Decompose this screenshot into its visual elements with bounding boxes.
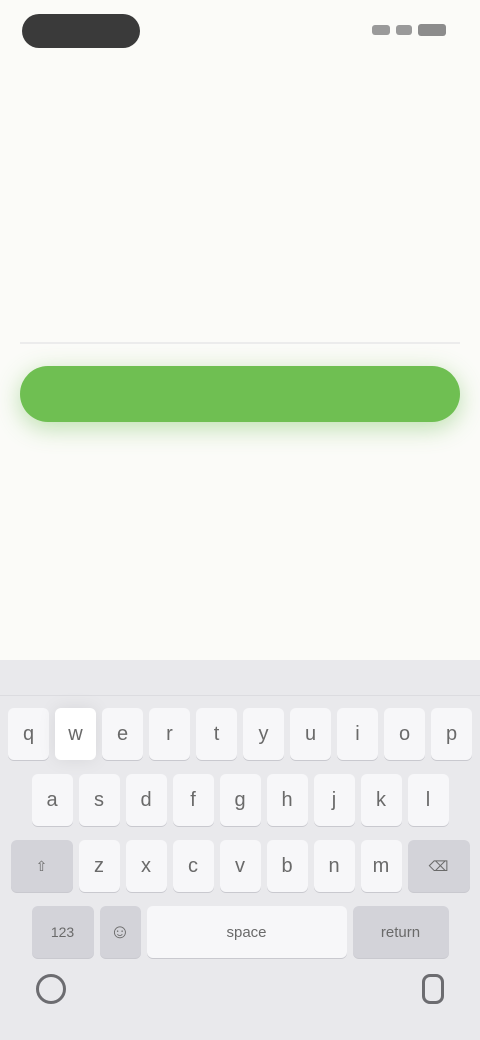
key-r[interactable]: r (149, 708, 190, 760)
globe-icon[interactable] (36, 974, 66, 1004)
wifi-icon (396, 25, 412, 35)
key-z[interactable]: z (78, 840, 120, 892)
keyboard-suggestion-bar (0, 660, 480, 696)
key-e[interactable]: e (102, 708, 143, 760)
key-x[interactable]: x (125, 840, 167, 892)
status-time-pill (22, 14, 140, 48)
key-h[interactable]: h (266, 774, 308, 826)
keyboard-row-2: a s d f g h j k l (0, 774, 480, 826)
on-screen-keyboard: q w e r t y u i o p a s d f g h j k l ⇧ … (0, 660, 480, 1040)
key-v[interactable]: v (219, 840, 261, 892)
delete-key[interactable]: ⌫ (407, 840, 470, 892)
key-o[interactable]: o (384, 708, 425, 760)
keyboard-bottom-bar (0, 950, 480, 1040)
keyboard-row-3: ⇧ z x c v b n m ⌫ (0, 840, 480, 892)
signal-icon (372, 25, 390, 35)
key-m[interactable]: m (360, 840, 402, 892)
status-bar (0, 0, 480, 62)
key-i[interactable]: i (337, 708, 378, 760)
status-icons (372, 24, 446, 36)
key-u[interactable]: u (290, 708, 331, 760)
text-field[interactable] (20, 296, 460, 344)
key-q[interactable]: q (8, 708, 49, 760)
key-l[interactable]: l (407, 774, 449, 826)
key-a[interactable]: a (31, 774, 73, 826)
key-w[interactable]: w (55, 708, 96, 760)
nav-row (22, 80, 458, 106)
keyboard-row-1: q w e r t y u i o p (0, 708, 480, 760)
key-d[interactable]: d (125, 774, 167, 826)
key-k[interactable]: k (360, 774, 402, 826)
mic-icon[interactable] (422, 974, 444, 1004)
key-t[interactable]: t (196, 708, 237, 760)
key-y[interactable]: y (243, 708, 284, 760)
key-j[interactable]: j (313, 774, 355, 826)
primary-button[interactable] (20, 366, 460, 422)
battery-icon (418, 24, 446, 36)
key-p[interactable]: p (431, 708, 472, 760)
shift-key[interactable]: ⇧ (10, 840, 73, 892)
key-b[interactable]: b (266, 840, 308, 892)
key-s[interactable]: s (78, 774, 120, 826)
key-c[interactable]: c (172, 840, 214, 892)
key-n[interactable]: n (313, 840, 355, 892)
key-g[interactable]: g (219, 774, 261, 826)
key-f[interactable]: f (172, 774, 214, 826)
